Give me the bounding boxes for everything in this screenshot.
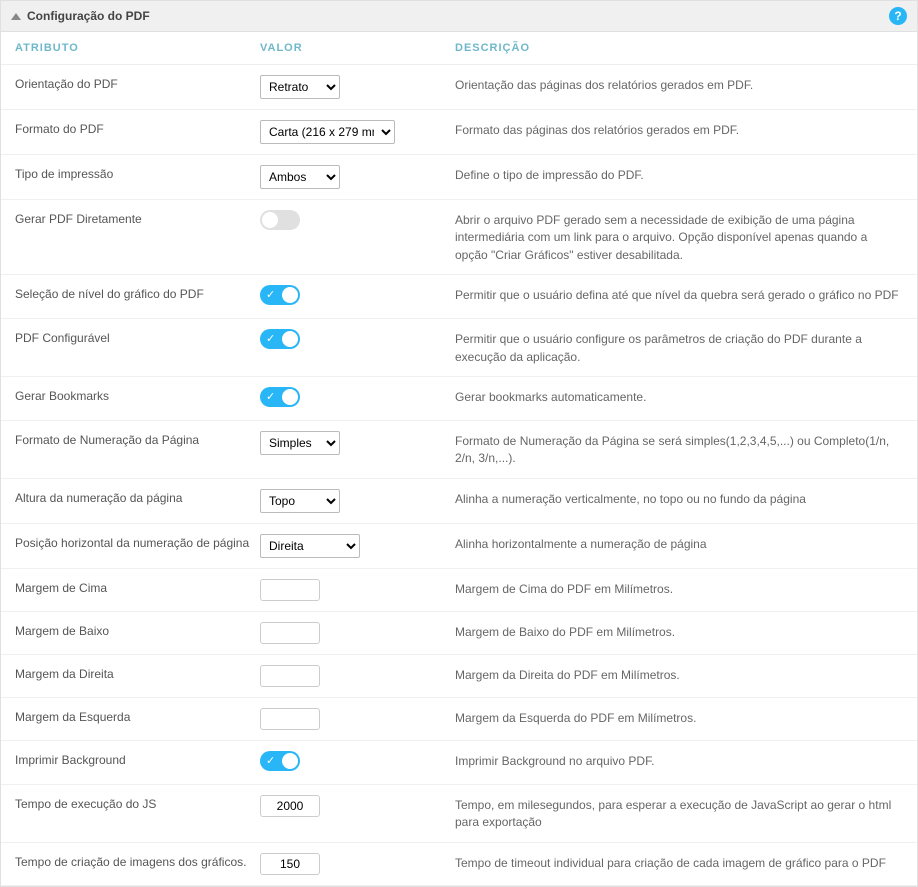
row-margintop: Margem de Cima Margem de Cima do PDF em … <box>1 569 917 612</box>
label-pagenumfmt: Formato de Numeração da Página <box>15 431 260 447</box>
toggle-printbg[interactable]: ✓ <box>260 751 300 771</box>
label-margintop: Margem de Cima <box>15 579 260 595</box>
desc-imgtime: Tempo de timeout individual para criação… <box>455 853 903 872</box>
row-orientation: Orientação do PDF Retrato Orientação das… <box>1 65 917 110</box>
label-configurable: PDF Configurável <box>15 329 260 345</box>
col-header-attr: ATRIBUTO <box>15 42 260 54</box>
label-pagenumheight: Altura da numeração da página <box>15 489 260 505</box>
panel-title: Configuração do PDF <box>27 9 150 23</box>
row-chartlevel: Seleção de nível do gráfico do PDF ✓ Per… <box>1 275 917 319</box>
desc-marginleft: Margem da Esquerda do PDF em Milímetros. <box>455 708 903 727</box>
input-marginright[interactable] <box>260 665 320 687</box>
select-pagenumheight[interactable]: Topo <box>260 489 340 513</box>
row-direct: Gerar PDF Diretamente ✓ Abrir o arquivo … <box>1 200 917 275</box>
label-direct: Gerar PDF Diretamente <box>15 210 260 226</box>
desc-pagenumfmt: Formato de Numeração da Página se será s… <box>455 431 903 468</box>
label-format: Formato do PDF <box>15 120 260 136</box>
label-jstime: Tempo de execução do JS <box>15 795 260 811</box>
label-marginright: Margem da Direita <box>15 665 260 681</box>
label-orientation: Orientação do PDF <box>15 75 260 91</box>
desc-direct: Abrir o arquivo PDF gerado sem a necessi… <box>455 210 903 264</box>
columns-header: ATRIBUTO VALOR DESCRIÇÃO <box>1 32 917 65</box>
row-format: Formato do PDF Carta (216 x 279 mm) Form… <box>1 110 917 155</box>
input-margintop[interactable] <box>260 579 320 601</box>
desc-pagenumhoriz: Alinha horizontalmente a numeração de pá… <box>455 534 903 553</box>
label-printbg: Imprimir Background <box>15 751 260 767</box>
row-marginright: Margem da Direita Margem da Direita do P… <box>1 655 917 698</box>
label-pagenumhoriz: Posição horizontal da numeração de págin… <box>15 534 260 550</box>
desc-format: Formato das páginas dos relatórios gerad… <box>455 120 903 139</box>
label-printtype: Tipo de impressão <box>15 165 260 181</box>
desc-bookmarks: Gerar bookmarks automaticamente. <box>455 387 903 406</box>
col-header-val: VALOR <box>260 42 455 54</box>
desc-jstime: Tempo, em milesegundos, para esperar a e… <box>455 795 903 832</box>
toggle-chartlevel[interactable]: ✓ <box>260 285 300 305</box>
desc-chartlevel: Permitir que o usuário defina até que ní… <box>455 285 903 304</box>
collapse-icon[interactable] <box>11 13 21 20</box>
row-pagenumheight: Altura da numeração da página Topo Alinh… <box>1 479 917 524</box>
row-configurable: PDF Configurável ✓ Permitir que o usuári… <box>1 319 917 377</box>
desc-marginright: Margem da Direita do PDF em Milímetros. <box>455 665 903 684</box>
row-marginbottom: Margem de Baixo Margem de Baixo do PDF e… <box>1 612 917 655</box>
select-pagenumhoriz[interactable]: Direita <box>260 534 360 558</box>
row-bookmarks: Gerar Bookmarks ✓ Gerar bookmarks automa… <box>1 377 917 421</box>
desc-printtype: Define o tipo de impressão do PDF. <box>455 165 903 184</box>
col-header-desc: DESCRIÇÃO <box>455 42 903 54</box>
label-imgtime: Tempo de criação de imagens dos gráficos… <box>15 853 260 869</box>
select-pagenumfmt[interactable]: Simples <box>260 431 340 455</box>
row-printbg: Imprimir Background ✓ Imprimir Backgroun… <box>1 741 917 785</box>
label-bookmarks: Gerar Bookmarks <box>15 387 260 403</box>
input-jstime[interactable] <box>260 795 320 817</box>
row-jstime: Tempo de execução do JS Tempo, em milese… <box>1 785 917 843</box>
label-marginleft: Margem da Esquerda <box>15 708 260 724</box>
desc-configurable: Permitir que o usuário configure os parâ… <box>455 329 903 366</box>
desc-printbg: Imprimir Background no arquivo PDF. <box>455 751 903 770</box>
input-marginleft[interactable] <box>260 708 320 730</box>
toggle-direct[interactable]: ✓ <box>260 210 300 230</box>
input-imgtime[interactable] <box>260 853 320 875</box>
desc-pagenumheight: Alinha a numeração verticalmente, no top… <box>455 489 903 508</box>
desc-orientation: Orientação das páginas dos relatórios ge… <box>455 75 903 94</box>
row-printtype: Tipo de impressão Ambos Define o tipo de… <box>1 155 917 200</box>
row-marginleft: Margem da Esquerda Margem da Esquerda do… <box>1 698 917 741</box>
pdf-config-panel: Configuração do PDF ? ATRIBUTO VALOR DES… <box>0 0 918 887</box>
select-orientation[interactable]: Retrato <box>260 75 340 99</box>
row-pagenumhoriz: Posição horizontal da numeração de págin… <box>1 524 917 569</box>
help-icon[interactable]: ? <box>889 7 907 25</box>
panel-header: Configuração do PDF ? <box>1 1 917 32</box>
desc-margintop: Margem de Cima do PDF em Milímetros. <box>455 579 903 598</box>
toggle-bookmarks[interactable]: ✓ <box>260 387 300 407</box>
label-marginbottom: Margem de Baixo <box>15 622 260 638</box>
desc-marginbottom: Margem de Baixo do PDF em Milímetros. <box>455 622 903 641</box>
select-format[interactable]: Carta (216 x 279 mm) <box>260 120 395 144</box>
input-marginbottom[interactable] <box>260 622 320 644</box>
toggle-configurable[interactable]: ✓ <box>260 329 300 349</box>
row-pagenumfmt: Formato de Numeração da Página Simples F… <box>1 421 917 479</box>
select-printtype[interactable]: Ambos <box>260 165 340 189</box>
row-imgtime: Tempo de criação de imagens dos gráficos… <box>1 843 917 886</box>
label-chartlevel: Seleção de nível do gráfico do PDF <box>15 285 260 301</box>
